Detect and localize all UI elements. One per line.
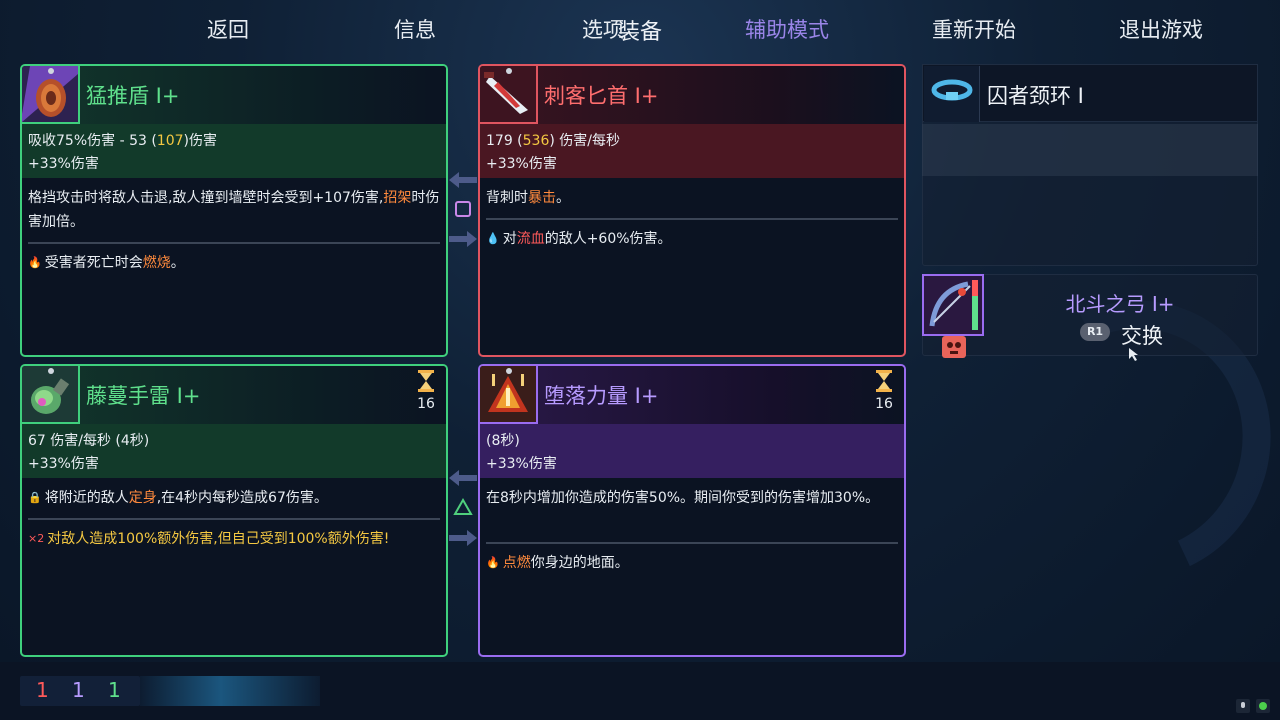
cooldown-timer: 16	[414, 370, 438, 412]
weapon-effect: 🔥 受害者死亡时会燃烧。	[28, 252, 440, 274]
double-damage-icon: ×2	[28, 532, 45, 545]
triangle-button-icon[interactable]	[453, 497, 473, 517]
stat-line-2: +33%伤害	[28, 456, 99, 472]
weapon-description: 背刺时暴击。	[486, 190, 570, 206]
weapon-effect: 💧 对流血的敌人+60%伤害。	[486, 228, 898, 250]
shield-icon	[22, 66, 80, 124]
stat-line-2: +33%伤害	[486, 456, 557, 472]
system-indicators	[1234, 698, 1274, 714]
skill-description: 🔒 将附近的敌人定身,在4秒内每秒造成67伤害。	[28, 486, 440, 510]
cooldown-value: 16	[417, 396, 435, 412]
hourglass-icon	[876, 370, 892, 392]
divider	[486, 218, 898, 220]
counter-red: 1	[36, 678, 49, 702]
r1-button-icon[interactable]: R1	[1080, 323, 1110, 341]
cooldown-value: 16	[875, 396, 893, 412]
swap-left-arrow-icon	[449, 170, 477, 190]
stat-line-1: (8秒)	[486, 433, 520, 449]
blood-drop-icon: 💧	[486, 232, 500, 245]
skill-effect: 🔥 点燃你身边的地面。	[486, 552, 898, 574]
quit-game-button[interactable]: 退出游戏	[1119, 14, 1203, 44]
back-highlight	[140, 676, 320, 706]
stat-line-2: +33%伤害	[28, 156, 99, 172]
weapon-name: 刺客匕首 I+	[544, 84, 659, 108]
screen-title: 装备	[617, 20, 662, 45]
stat-line-1: 67 伤害/每秒 (4秒)	[28, 433, 150, 449]
skill-name: 堕落力量 I+	[544, 384, 659, 408]
square-button-icon[interactable]	[453, 199, 473, 219]
stat-line-1: 179 (536) 伤害/每秒	[486, 133, 621, 149]
pickup-name: 北斗之弓 I+	[1065, 292, 1175, 316]
lock-icon: 🔒	[28, 491, 42, 504]
counter-green: 1	[108, 678, 121, 702]
counter-purple: 1	[72, 678, 85, 702]
assist-mode-button[interactable]: 辅助模式	[745, 14, 829, 44]
skill-description: 在8秒内增加你造成的伤害50%。期间你受到的伤害增加30%。	[486, 490, 880, 506]
stat-line-2: +33%伤害	[486, 156, 557, 172]
back-button[interactable]: 返回	[207, 14, 249, 44]
grenade-icon	[22, 366, 80, 424]
amulet-stat-bar	[922, 124, 1258, 176]
divider	[486, 542, 898, 544]
skill-stats: (8秒) +33%伤害	[480, 424, 904, 478]
swap-right-arrow-icon	[449, 229, 477, 249]
cursor-icon	[1129, 348, 1138, 361]
restart-button[interactable]: 重新开始	[932, 14, 1016, 44]
amulet-name: 囚者颈环 I	[987, 84, 1084, 108]
weapon-name: 猛推盾 I+	[86, 84, 180, 108]
skill-card-power[interactable]: 堕落力量 I+ 16 (8秒) +33%伤害 在8秒内增加你造成的伤害50%。期…	[478, 364, 906, 657]
stat-line-1: 吸收75%伤害 - 53 (107)伤害	[28, 133, 217, 149]
swap-left-arrow-icon	[449, 468, 477, 488]
corrupted-power-icon	[480, 366, 538, 424]
bow-icon	[922, 274, 984, 336]
fire-icon: 🔥	[28, 256, 42, 269]
swap-right-arrow-icon	[449, 528, 477, 548]
collar-icon	[924, 66, 980, 122]
info-button[interactable]: 信息	[394, 14, 436, 44]
weapon-card-shield[interactable]: 猛推盾 I+ 吸收75%伤害 - 53 (107)伤害 +33%伤害 格挡攻击时…	[20, 64, 448, 357]
skull-icon	[942, 336, 966, 358]
divider	[28, 518, 440, 520]
options-button[interactable]: 选项	[582, 14, 624, 44]
fire-icon: 🔥	[486, 556, 500, 569]
cooldown-timer: 16	[872, 370, 896, 412]
divider	[28, 242, 440, 244]
weapon-stats: 吸收75%伤害 - 53 (107)伤害 +33%伤害	[22, 124, 446, 178]
weapon-card-dagger[interactable]: 刺客匕首 I+ 179 (536) 伤害/每秒 +33%伤害 背刺时暴击。 💧 对…	[478, 64, 906, 357]
currency-counters: 1 1 1	[20, 676, 140, 706]
skill-stats: 67 伤害/每秒 (4秒) +33%伤害	[22, 424, 446, 478]
skill-effect: ×2 对敌人造成100%额外伤害,但自己受到100%额外伤害!	[28, 528, 440, 550]
weapon-stats: 179 (536) 伤害/每秒 +33%伤害	[480, 124, 904, 178]
dagger-icon	[480, 66, 538, 124]
hourglass-icon	[418, 370, 434, 392]
swap-action-label[interactable]: 交换	[1121, 320, 1163, 350]
skill-name: 藤蔓手雷 I+	[86, 384, 201, 408]
skill-card-grenade[interactable]: 藤蔓手雷 I+ 16 67 伤害/每秒 (4秒) +33%伤害 🔒 将附近的敌人定…	[20, 364, 448, 657]
weapon-description: 格挡攻击时将敌人击退,敌人撞到墙壁时会受到+107伤害,招架时伤害加倍。	[28, 190, 440, 230]
